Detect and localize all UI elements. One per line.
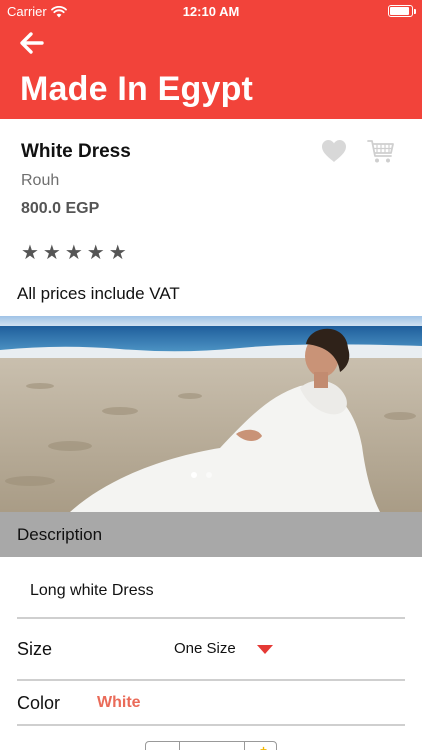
description-header: Description	[0, 512, 422, 557]
plus-icon[interactable]: +	[260, 743, 267, 750]
battery-icon	[388, 5, 416, 17]
divider	[17, 679, 405, 681]
heart-icon[interactable]	[319, 136, 349, 166]
rating-stars[interactable]: ★★★★★	[21, 240, 131, 265]
page-title: Made In Egypt	[20, 70, 254, 108]
chevron-down-icon[interactable]	[257, 645, 273, 654]
product-image[interactable]	[0, 316, 422, 512]
image-pager[interactable]	[191, 472, 212, 478]
quantity-stepper[interactable]: +	[145, 741, 277, 750]
product-name: White Dress	[21, 141, 131, 162]
arrow-left-icon[interactable]	[18, 30, 50, 56]
cart-icon[interactable]	[366, 136, 396, 166]
product-brand: Rouh	[21, 172, 60, 189]
divider	[17, 617, 405, 619]
color-label: Color	[17, 693, 61, 713]
size-select[interactable]: One Size	[174, 640, 236, 657]
pager-dot[interactable]	[206, 472, 212, 478]
pager-dot-active[interactable]	[191, 472, 197, 478]
status-bar: Carrier 12:10 AM	[0, 0, 422, 22]
product-price: 800.0 EGP	[21, 200, 100, 217]
description-header-label: Description	[17, 525, 103, 544]
color-value[interactable]: White	[97, 694, 141, 712]
status-time: 12:10 AM	[182, 4, 240, 19]
divider	[17, 724, 405, 726]
description-text: Long white Dress	[30, 582, 154, 599]
app-header: Carrier 12:10 AM Made In Egypt	[0, 0, 422, 119]
size-label: Size	[17, 639, 53, 659]
vat-note: All prices include VAT	[17, 284, 180, 303]
